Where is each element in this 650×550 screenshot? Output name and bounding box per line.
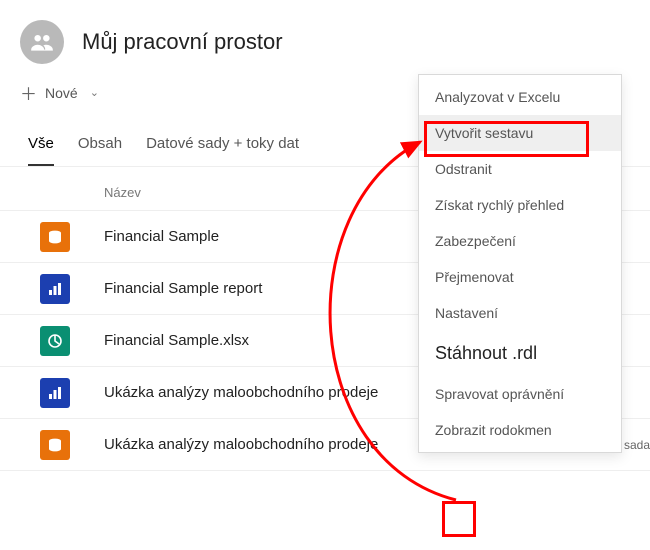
menu-download-rdl[interactable]: Stáhnout .rdl [419,331,621,376]
menu-settings[interactable]: Nastavení [419,295,621,331]
people-icon [29,29,55,55]
workbook-icon [40,326,70,356]
new-button[interactable]: ＋ Nové ⌄ [20,80,99,105]
plus-icon: ＋ [20,80,37,105]
dataset-icon [40,222,70,252]
menu-security[interactable]: Zabezpečení [419,223,621,259]
menu-view-lineage[interactable]: Zobrazit rodokmen [419,412,621,448]
menu-analyze-excel[interactable]: Analyzovat v Excelu [419,79,621,115]
context-menu: Analyzovat v Excelu Vytvořit sestavu Ods… [418,74,622,453]
menu-rename[interactable]: Přejmenovat [419,259,621,295]
tab-all[interactable]: Vše [28,135,54,166]
workspace-avatar [20,20,64,64]
menu-quick-insights[interactable]: Získat rychlý přehled [419,187,621,223]
report-icon [40,274,70,304]
report-icon [40,378,70,408]
menu-delete[interactable]: Odstranit [419,151,621,187]
new-button-label: Nové [45,85,78,101]
dataset-icon [40,430,70,460]
tab-content[interactable]: Obsah [78,135,122,166]
chevron-down-icon: ⌄ [90,86,99,99]
annotation-highlight-more [442,501,476,537]
tab-datasets[interactable]: Datové sady + toky dat [146,135,299,166]
item-name: Ukázka analýzy maloobchodního prodeje [104,436,454,453]
workspace-title: Můj pracovní prostor [82,29,283,55]
menu-create-report[interactable]: Vytvořit sestavu [419,115,621,151]
menu-manage-permissions[interactable]: Spravovat oprávnění [419,376,621,412]
